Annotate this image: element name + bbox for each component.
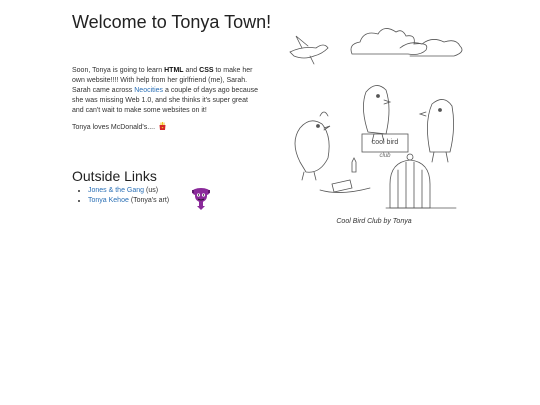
list-item: Tonya Kehoe (Tonya's art)	[88, 196, 169, 206]
link-note: (us)	[144, 187, 159, 194]
css-label: CSS	[199, 67, 214, 74]
link-note: (Tonya's art)	[128, 197, 170, 204]
html-label: HTML	[164, 67, 184, 74]
art-caption: Cool Bird Club by Tonya	[336, 218, 412, 225]
flying-bird-sketch	[289, 44, 329, 59]
fries-icon	[159, 122, 166, 130]
neocities-link[interactable]: Neocities	[134, 87, 163, 94]
sign-text-2: club	[379, 153, 391, 159]
bird-sketch-middle	[363, 85, 390, 135]
loves-line: Tonya loves McDonald's....	[72, 122, 166, 133]
outside-links-list: Jones & the Gang (us) Tonya Kehoe (Tonya…	[72, 186, 169, 206]
list-item: Jones & the Gang (us)	[88, 186, 169, 196]
bird-sketch-right	[427, 99, 454, 153]
bird-club-sketch: cool bird club	[289, 28, 463, 209]
page-title: Welcome to Tonya Town!	[72, 12, 272, 32]
cloud-sketch	[399, 39, 463, 57]
birdcage-sketch	[389, 159, 431, 209]
outside-links-heading: Outside Links	[72, 168, 157, 184]
loves-text: Tonya loves McDonald's....	[72, 124, 157, 131]
jones-gang-link[interactable]: Jones & the Gang	[88, 187, 144, 194]
bird-sketch-left	[294, 120, 330, 173]
intro-text-2: and	[183, 67, 200, 74]
intro-text-1: Soon, Tonya is going to learn	[72, 67, 165, 74]
intro-paragraph: Soon, Tonya is going to learn HTML and C…	[72, 66, 260, 116]
cloud-sketch	[350, 28, 428, 55]
tonya-kehoe-link[interactable]: Tonya Kehoe	[88, 197, 129, 204]
paper-sketch	[331, 179, 353, 193]
bottle-sketch	[351, 157, 357, 173]
sign-text: cool bird	[372, 139, 399, 146]
purple-creature-icon	[192, 188, 210, 210]
